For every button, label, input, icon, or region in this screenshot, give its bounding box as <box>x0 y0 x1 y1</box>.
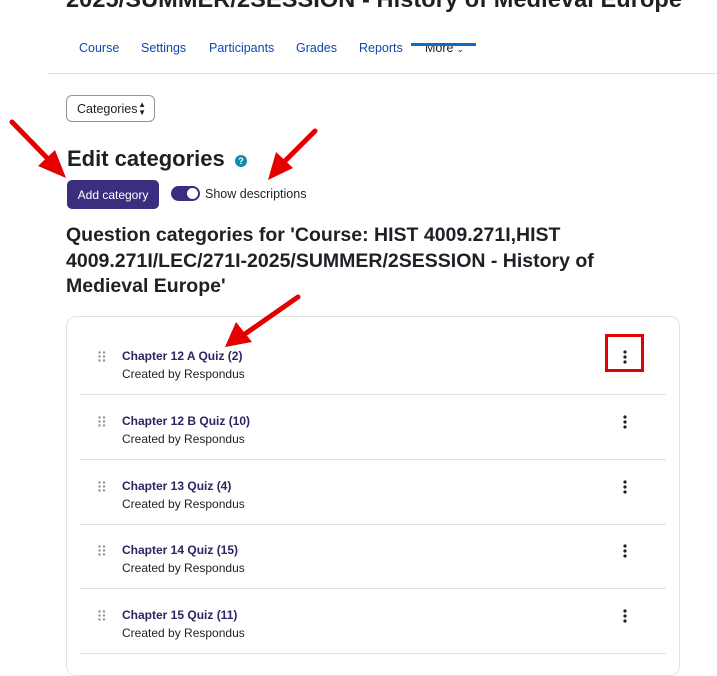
course-title: 2025/SUMMER/2SESSION - History of Mediev… <box>66 0 682 13</box>
actions-menu-icon[interactable] <box>617 412 633 432</box>
show-descriptions-label: Show descriptions <box>205 187 307 201</box>
tab-course[interactable]: Course <box>79 41 119 55</box>
category-row: Chapter 13 Quiz (4) Created by Respondus <box>80 460 666 525</box>
toggle-knob <box>187 188 198 199</box>
drag-handle-icon[interactable] <box>98 610 106 621</box>
arrow-show-descriptions <box>278 128 318 168</box>
category-row: Chapter 14 Quiz (15) Created by Respondu… <box>80 524 666 589</box>
actions-menu-icon[interactable] <box>617 606 633 626</box>
page-heading: Edit categories <box>67 146 225 171</box>
category-link[interactable]: Chapter 12 B Quiz (10) <box>122 414 250 428</box>
tab-participants[interactable]: Participants <box>209 41 274 55</box>
add-category-button[interactable]: Add category <box>67 180 159 209</box>
category-description: Created by Respondus <box>122 497 245 511</box>
category-link[interactable]: Chapter 13 Quiz (4) <box>122 479 231 493</box>
category-description: Created by Respondus <box>122 626 245 640</box>
drag-handle-icon[interactable] <box>98 351 106 362</box>
category-link[interactable]: Chapter 14 Quiz (15) <box>122 543 238 557</box>
category-description: Created by Respondus <box>122 561 245 575</box>
category-row: Chapter 15 Quiz (11) Created by Respondu… <box>80 589 666 654</box>
tab-reports[interactable]: Reports <box>359 41 403 55</box>
question-categories-heading: Question categories for 'Course: HIST 40… <box>66 224 594 297</box>
category-link[interactable]: Chapter 15 Quiz (11) <box>122 608 237 622</box>
drag-handle-icon[interactable] <box>98 416 106 427</box>
arrow-add-category <box>9 119 55 166</box>
drag-handle-icon[interactable] <box>98 545 106 556</box>
tab-grades[interactable]: Grades <box>296 41 337 55</box>
help-icon[interactable]: ? <box>235 155 247 167</box>
active-tab-indicator <box>411 43 476 46</box>
secondary-navigation: Course Settings Participants Grades Repo… <box>48 28 717 74</box>
actions-menu-icon[interactable] <box>617 541 633 561</box>
category-description: Created by Respondus <box>122 367 245 381</box>
select-arrows-icon: ▲ ▼ <box>138 100 146 117</box>
actions-menu-icon[interactable] <box>617 477 633 497</box>
actions-menu-icon[interactable] <box>617 347 633 367</box>
categories-select-value: Categories <box>77 101 138 116</box>
category-link[interactable]: Chapter 12 A Quiz (2) <box>122 349 242 363</box>
tab-settings[interactable]: Settings <box>141 41 186 55</box>
category-row: Chapter 12 A Quiz (2) Created by Respond… <box>80 330 666 395</box>
category-description: Created by Respondus <box>122 432 245 446</box>
drag-handle-icon[interactable] <box>98 481 106 492</box>
show-descriptions-toggle[interactable] <box>171 186 200 201</box>
category-row: Chapter 12 B Quiz (10) Created by Respon… <box>80 395 666 460</box>
categories-select[interactable]: Categories ▲ ▼ <box>66 95 155 122</box>
